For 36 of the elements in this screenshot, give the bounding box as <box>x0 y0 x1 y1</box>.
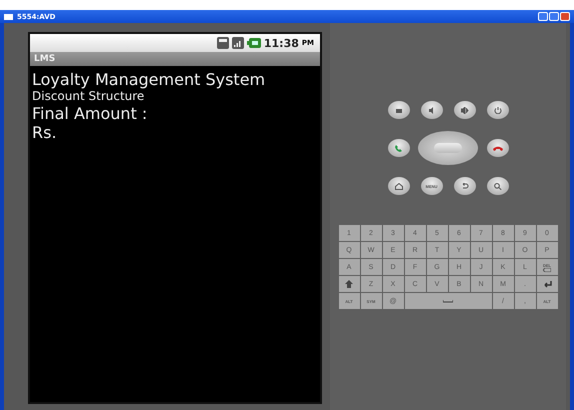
screen-text: Rs. <box>32 123 58 142</box>
speaker-icon <box>460 106 468 114</box>
keyboard-key[interactable] <box>536 276 558 292</box>
search-icon <box>494 182 502 190</box>
screen-text: Discount Structure <box>32 89 146 104</box>
battery-icon <box>246 38 261 48</box>
power-button[interactable] <box>486 101 508 119</box>
volume-up-button[interactable] <box>454 101 476 119</box>
home-icon <box>394 182 402 190</box>
call-button[interactable] <box>388 139 410 157</box>
close-button[interactable] <box>560 12 570 21</box>
camera-button[interactable] <box>388 101 410 119</box>
end-call-button[interactable] <box>486 139 508 157</box>
network-icon <box>216 37 229 49</box>
phone-icon <box>492 146 502 150</box>
phone-icon <box>394 144 403 152</box>
back-icon <box>460 182 468 190</box>
power-icon <box>494 106 502 114</box>
clock-time: 11:38 <box>264 36 299 50</box>
minimize-button[interactable] <box>538 12 548 21</box>
home-button[interactable] <box>388 177 410 195</box>
enter-icon <box>542 280 552 288</box>
speaker-icon <box>428 106 436 114</box>
backspace-icon <box>543 268 551 272</box>
signal-icon <box>232 37 244 49</box>
maximize-button[interactable] <box>549 12 559 21</box>
app-title: LMS <box>34 54 56 64</box>
space-icon <box>443 300 453 302</box>
volume-down-button[interactable] <box>420 101 442 119</box>
keyboard-key[interactable] <box>338 276 360 292</box>
screen-text: Final Amount : <box>32 104 148 123</box>
search-button[interactable] <box>486 177 508 195</box>
shift-icon <box>345 280 353 288</box>
back-button[interactable] <box>454 177 476 195</box>
screen-text: Loyalty Management System <box>32 70 266 89</box>
window-icon <box>4 14 13 20</box>
